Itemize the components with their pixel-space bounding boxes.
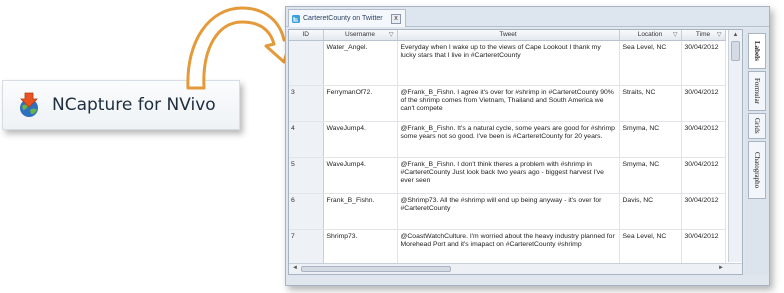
- nvivo-window: CarteretCounty on Twitter x ID Username: [285, 6, 770, 286]
- column-header-location[interactable]: Location ▽: [619, 30, 682, 41]
- column-header-time[interactable]: Time ▽: [681, 30, 726, 41]
- dataset-grid: ID Username ▽ Tweet Location ▽ Time ▽ Wa…: [288, 29, 743, 275]
- ncapture-download-globe-icon: [20, 92, 38, 117]
- tweet-cell: @Frank_B_Fishn. It's a natural cycle, so…: [397, 121, 620, 158]
- location-cell: Sea Level, NC: [619, 229, 682, 266]
- column-header-username[interactable]: Username ▽: [323, 30, 398, 41]
- tweet-cell: @Shrimp73. All the #shrimp will end up b…: [397, 193, 620, 230]
- view-side-tabs: Labels Formular Grids Chatographo: [745, 29, 769, 275]
- scroll-thumb[interactable]: [731, 41, 740, 61]
- filter-icon[interactable]: ▽: [389, 31, 394, 38]
- document-tab[interactable]: CarteretCounty on Twitter x: [288, 9, 406, 27]
- curved-arrow-icon: [186, 6, 294, 90]
- row-id: [289, 40, 324, 86]
- side-tab-formular[interactable]: Formular: [748, 71, 766, 111]
- table-row[interactable]: 7 Shrimp73. @CoastWatchCulture. I'm worr…: [289, 229, 726, 266]
- time-cell: 30/04/2012: [681, 229, 726, 266]
- filter-icon[interactable]: ▽: [673, 31, 678, 38]
- tweet-cell: @CoastWatchCulture. I'm worried about th…: [397, 229, 620, 266]
- username-cell: Shrimp73.: [323, 229, 398, 266]
- side-tab-grids[interactable]: Grids: [748, 113, 766, 139]
- tweet-cell: Everyday when I wake up to the views of …: [397, 40, 620, 86]
- close-icon[interactable]: x: [391, 13, 401, 24]
- time-cell: 30/04/2012: [681, 193, 726, 230]
- scroll-thumb[interactable]: [301, 266, 451, 272]
- username-cell: WaveJump4.: [323, 121, 398, 158]
- username-cell: Water_Angel.: [323, 40, 398, 86]
- location-cell: Davis, NC: [619, 193, 682, 230]
- tweet-cell: @Frank_B_Fishn. I don't think theres a p…: [397, 157, 620, 194]
- table-row[interactable]: Water_Angel. Everyday when I wake up to …: [289, 40, 726, 86]
- time-cell: 30/04/2012: [681, 40, 726, 86]
- location-cell: Sea Level, NC: [619, 40, 682, 86]
- row-id: 6: [289, 193, 324, 230]
- document-tab-strip: CarteretCounty on Twitter x: [286, 7, 769, 27]
- location-cell: Smyma, NC: [619, 157, 682, 194]
- row-id: 7: [289, 229, 324, 266]
- row-id: 3: [289, 85, 324, 122]
- table-row[interactable]: 6 Frank_B_Fishn. @Shrimp73. All the #shr…: [289, 193, 726, 230]
- row-id: 5: [289, 157, 324, 194]
- ncapture-label: NCapture for NVivo: [52, 95, 216, 115]
- location-cell: Straits, NC: [619, 85, 682, 122]
- scroll-up-icon[interactable]: ▲: [731, 31, 740, 40]
- scroll-left-icon[interactable]: ◄: [292, 265, 298, 271]
- row-id: 4: [289, 121, 324, 158]
- table-row[interactable]: 3 FerrymanOf72. @Frank_B_Fishn. I agree …: [289, 85, 726, 122]
- document-tab-title: CarteretCounty on Twitter: [303, 15, 383, 22]
- side-tab-labels[interactable]: Labels: [748, 33, 766, 69]
- location-cell: Smyma, NC: [619, 121, 682, 158]
- time-cell: 30/04/2012: [681, 121, 726, 158]
- scroll-right-icon[interactable]: ►: [718, 265, 724, 271]
- column-header-tweet[interactable]: Tweet: [397, 30, 620, 41]
- vertical-scrollbar[interactable]: ▲: [728, 30, 742, 262]
- tweet-table: ID Username ▽ Tweet Location ▽ Time ▽ Wa…: [289, 30, 726, 266]
- twitter-icon: [292, 14, 300, 23]
- column-header-id[interactable]: ID: [289, 30, 324, 41]
- table-row[interactable]: 4 WaveJump4. @Frank_B_Fishn. It's a natu…: [289, 121, 726, 158]
- time-cell: 30/04/2012: [681, 157, 726, 194]
- side-tab-chatographo[interactable]: Chatographo: [748, 141, 766, 199]
- horizontal-scrollbar[interactable]: ◄ ►: [289, 263, 742, 274]
- tweet-cell: @Frank_B_Fishn. I agree it's over for #s…: [397, 85, 620, 122]
- table-row[interactable]: 5 WaveJump4. @Frank_B_Fishn. I don't thi…: [289, 157, 726, 194]
- time-cell: 30/04/2012: [681, 85, 726, 122]
- username-cell: Frank_B_Fishn.: [323, 193, 398, 230]
- username-cell: WaveJump4.: [323, 157, 398, 194]
- filter-icon[interactable]: ▽: [717, 31, 722, 38]
- username-cell: FerrymanOf72.: [323, 85, 398, 122]
